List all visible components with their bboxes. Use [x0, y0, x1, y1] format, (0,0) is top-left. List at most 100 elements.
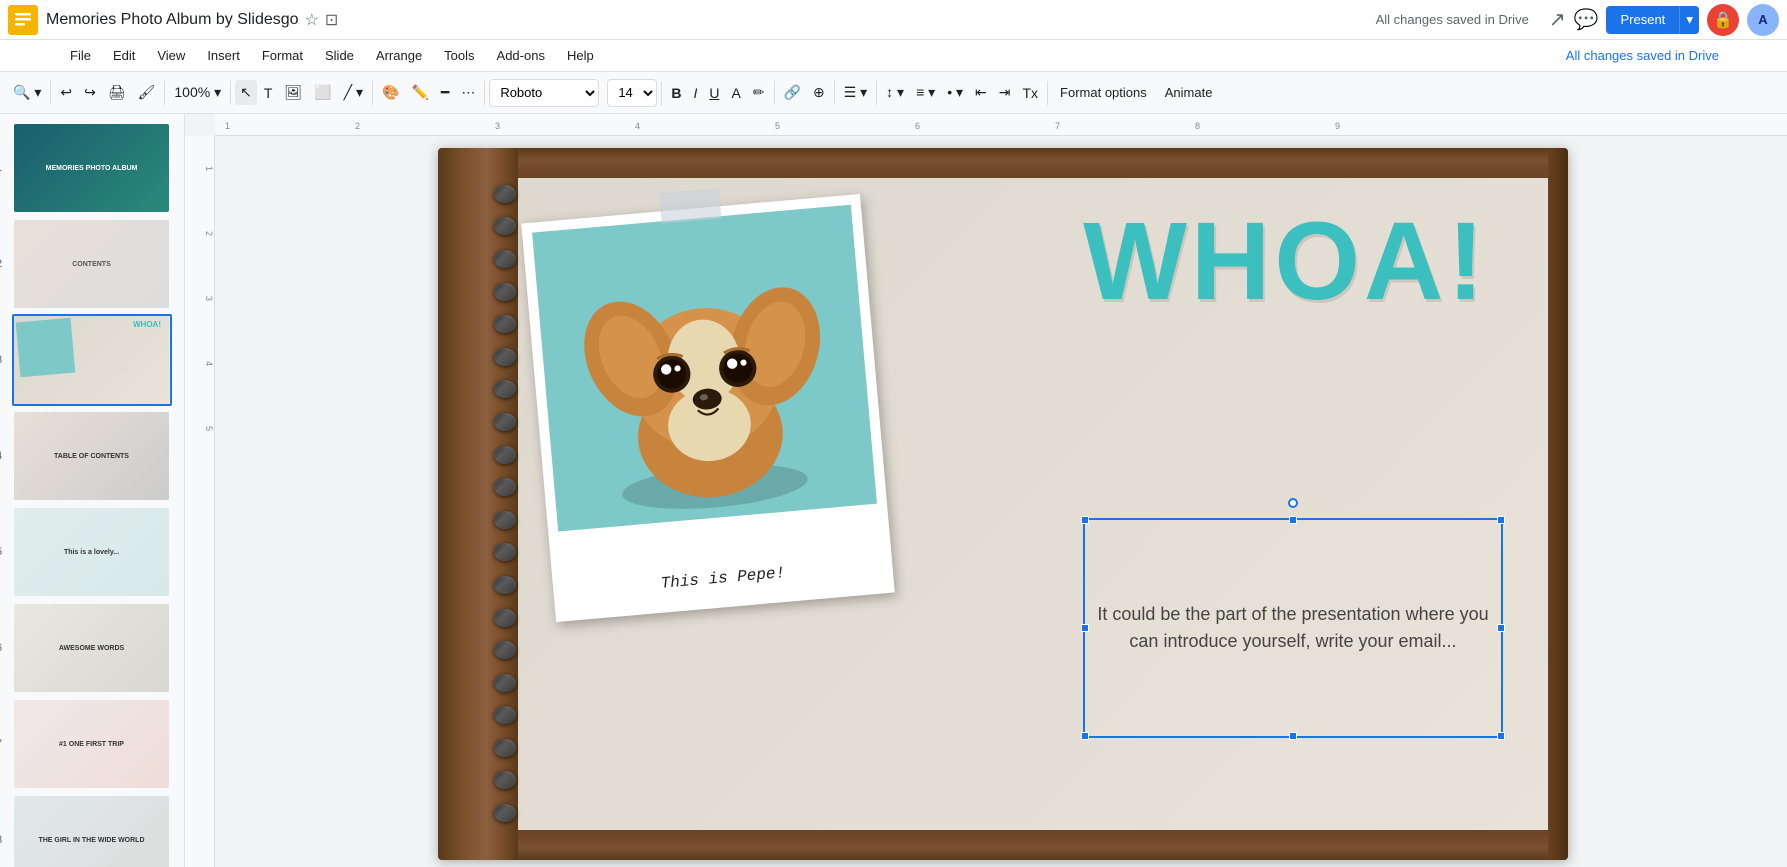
insert-link-button[interactable]: ⊕ — [808, 80, 830, 105]
account-button[interactable]: A — [1747, 4, 1779, 36]
wood-bottom-border — [438, 830, 1568, 860]
spiral-ring — [494, 283, 516, 301]
slide-thumbnail-4[interactable]: 4 TABLE OF CONTENTS — [12, 410, 172, 502]
polaroid-tape — [659, 188, 721, 223]
zoom-menu-button[interactable]: 🔍 ▾ — [8, 80, 46, 105]
underline-button[interactable]: U — [704, 81, 724, 105]
top-bar: Memories Photo Album by Slidesgo ☆ ⊡ All… — [0, 0, 1787, 40]
border-color-button[interactable]: ✏️ — [406, 80, 433, 105]
spiral-ring — [494, 771, 516, 789]
slide-thumbnail-7[interactable]: 7 #1 ONE FIRST TRIP — [12, 698, 172, 790]
slide-thumbnail-2[interactable]: 2 CONTENTS — [12, 218, 172, 310]
list-bullet-button[interactable]: • ▾ — [942, 80, 968, 105]
highlight-button[interactable]: ✏ — [748, 80, 770, 105]
menu-arrange[interactable]: Arrange — [366, 44, 432, 67]
border-weight-button[interactable]: ━ — [436, 80, 454, 105]
all-changes-saved[interactable]: All changes saved in Drive — [1558, 44, 1727, 67]
indent-increase-button[interactable]: ⇥ — [994, 80, 1016, 105]
resize-handle-bl[interactable] — [1081, 732, 1089, 740]
spiral-ring — [494, 706, 516, 724]
present-dropdown-button[interactable]: ▾ — [1679, 6, 1699, 34]
align-button[interactable]: ☰ ▾ — [839, 80, 872, 105]
polaroid-caption: This is Pepe! — [553, 554, 893, 602]
spiral-ring — [494, 185, 516, 203]
slide-thumbnail-5[interactable]: 5 This is a lovely... — [12, 506, 172, 598]
menu-edit[interactable]: Edit — [103, 44, 145, 67]
slide-thumbnail-1[interactable]: 1 MEMORIES PHOTO ALBUM — [12, 122, 172, 214]
spiral-ring — [494, 348, 516, 366]
bg-color-button[interactable]: 🎨 — [377, 80, 404, 105]
line-tool-button[interactable]: ╱ ▾ — [339, 80, 368, 105]
doc-title[interactable]: Memories Photo Album by Slidesgo — [46, 11, 299, 29]
font-size-select[interactable]: 14 — [607, 79, 657, 107]
resize-handle-br[interactable] — [1497, 732, 1505, 740]
menu-slide[interactable]: Slide — [315, 44, 364, 67]
slide-thumbnail-6[interactable]: 6 AWESOME WORDS — [12, 602, 172, 694]
zoom-level-button[interactable]: 100% ▾ — [169, 80, 226, 105]
menu-insert[interactable]: Insert — [197, 44, 250, 67]
whoa-heading[interactable]: WHOA! — [1083, 198, 1488, 325]
menu-file[interactable]: File — [60, 44, 101, 67]
text-tool-button[interactable]: T — [259, 81, 278, 105]
indent-decrease-button[interactable]: ⇤ — [970, 80, 992, 105]
selected-text-box[interactable]: It could be the part of the presentation… — [1083, 518, 1503, 738]
redo-button[interactable]: ↪ — [79, 80, 101, 105]
spiral-ring — [494, 576, 516, 594]
resize-handle-tc[interactable] — [1289, 516, 1297, 524]
select-tool-button[interactable]: ↖ — [235, 80, 257, 105]
spiral-ring — [494, 674, 516, 692]
spiral-ring — [494, 413, 516, 431]
list-numbered-button[interactable]: ≡ ▾ — [911, 80, 940, 105]
spiral-ring — [494, 804, 516, 822]
print-button[interactable]: 🖨 — [103, 80, 131, 105]
lock-button[interactable]: 🔒 — [1707, 4, 1739, 36]
spiral-ring — [494, 739, 516, 757]
toolbar: 🔍 ▾ ↩ ↪ 🖨 🖌 100% ▾ ↖ T 🖼 ⬜ ╱ ▾ 🎨 ✏️ ━ ⋯ … — [0, 72, 1787, 114]
spiral-ring — [494, 511, 516, 529]
resize-handle-bc[interactable] — [1289, 732, 1297, 740]
ruler-horizontal: 1 2 3 4 5 6 7 8 9 — [215, 114, 1787, 136]
spiral-ring — [494, 380, 516, 398]
resize-handle-tl[interactable] — [1081, 516, 1089, 524]
bold-button[interactable]: B — [666, 81, 686, 105]
polaroid-photo[interactable]: This is Pepe! — [521, 193, 895, 621]
present-button[interactable]: Present — [1606, 6, 1679, 33]
menu-view[interactable]: View — [147, 44, 195, 67]
slide-thumbnail-3[interactable]: 3 WHOA! — [12, 314, 172, 406]
paint-format-button[interactable]: 🖌 — [133, 80, 161, 105]
clear-formatting-button[interactable]: Tx — [1017, 81, 1043, 105]
activity-button[interactable]: ↗ — [1549, 7, 1566, 32]
resize-handle-ml[interactable] — [1081, 624, 1089, 632]
spiral-ring — [494, 609, 516, 627]
slide-content[interactable]: This is Pepe! WHOA! It could be th — [438, 148, 1568, 860]
resize-handle-tr[interactable] — [1497, 516, 1505, 524]
comments-button[interactable]: 💬 — [1574, 7, 1599, 32]
spiral-ring — [494, 641, 516, 659]
font-color-button[interactable]: A — [726, 81, 745, 105]
canvas-area[interactable]: 1 2 3 4 5 6 7 8 9 1 2 3 4 5 — [185, 114, 1787, 867]
rotation-handle[interactable] — [1288, 498, 1298, 508]
menu-tools[interactable]: Tools — [434, 44, 484, 67]
menu-addons[interactable]: Add-ons — [487, 44, 555, 67]
font-family-select[interactable]: Roboto — [489, 79, 599, 107]
undo-button[interactable]: ↩ — [55, 80, 77, 105]
app-icon — [8, 5, 38, 35]
text-box-inner[interactable]: It could be the part of the presentation… — [1095, 530, 1491, 726]
italic-button[interactable]: I — [688, 81, 702, 105]
menu-format[interactable]: Format — [252, 44, 313, 67]
animate-button[interactable]: Animate — [1157, 81, 1221, 104]
slide-thumbnail-8[interactable]: 8 THE GIRL IN THE WIDE WORLD — [12, 794, 172, 867]
border-dash-button[interactable]: ⋯ — [456, 80, 480, 105]
image-tool-button[interactable]: 🖼 — [279, 80, 307, 105]
shapes-tool-button[interactable]: ⬜ — [309, 80, 336, 105]
menu-help[interactable]: Help — [557, 44, 604, 67]
star-icon[interactable]: ☆ — [305, 10, 319, 30]
link-button[interactable]: 🔗 — [779, 80, 806, 105]
folder-icon[interactable]: ⊡ — [325, 10, 338, 30]
menu-bar: File Edit View Insert Format Slide Arran… — [0, 40, 1787, 72]
format-options-button[interactable]: Format options — [1052, 81, 1155, 104]
wood-right-border — [1548, 148, 1568, 860]
line-spacing-button[interactable]: ↕ ▾ — [881, 80, 909, 105]
slide-canvas: This is Pepe! WHOA! It could be th — [223, 144, 1783, 863]
resize-handle-mr[interactable] — [1497, 624, 1505, 632]
